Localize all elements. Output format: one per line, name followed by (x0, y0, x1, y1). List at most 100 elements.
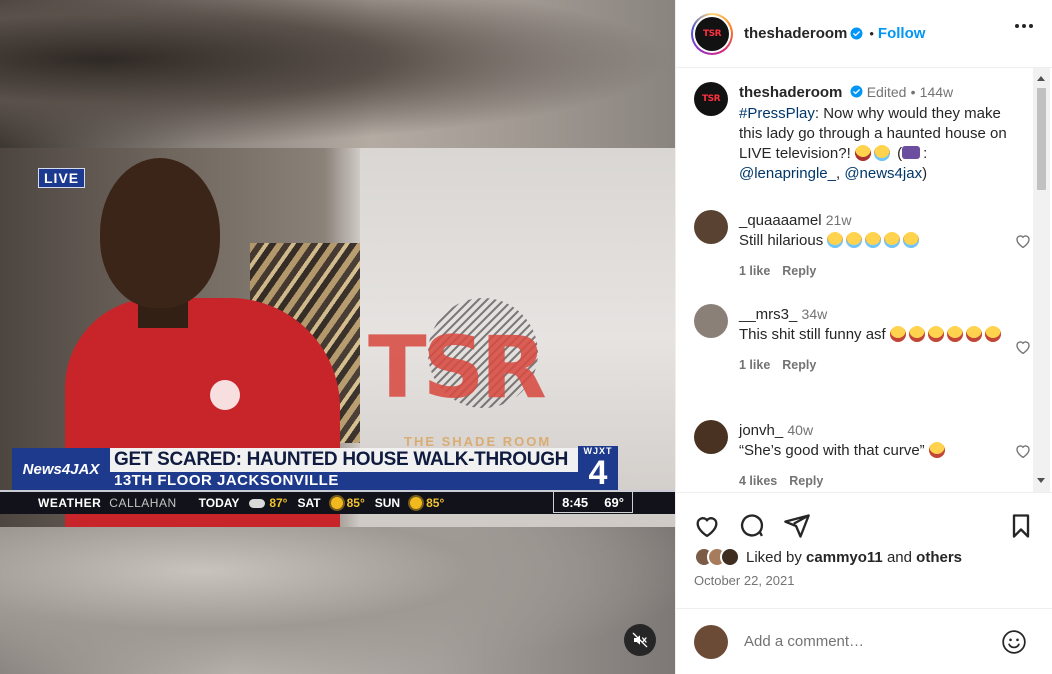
caption-text: #PressPlay: Now why would they make this… (739, 104, 1009, 184)
scroll-down-arrow-icon[interactable] (1037, 478, 1045, 483)
crying-face-emoji-icon (903, 232, 920, 248)
weather-temp-sat: 85° (346, 496, 365, 510)
scroll-up-arrow-icon[interactable] (1037, 76, 1045, 81)
avatar (694, 624, 728, 659)
weather-day-sat: SAT (297, 496, 321, 510)
comment-likes[interactable]: 1 like (739, 358, 770, 372)
comment-input[interactable] (744, 633, 984, 650)
scrollbar-thumb[interactable] (1037, 88, 1046, 190)
reply-button[interactable]: Reply (782, 358, 816, 372)
liked-by-others-link[interactable]: others (916, 549, 962, 566)
credit-close: ) (922, 165, 928, 182)
blurred-backdrop-bottom (0, 527, 675, 674)
post-header: TSR theshaderoom • Follow (676, 0, 1052, 68)
laughing-face-emoji-icon (946, 326, 963, 342)
avatar-logo-text: TSR (701, 94, 721, 104)
tsr-watermark: TSR (368, 298, 608, 418)
liked-by-user-link[interactable]: cammyo11 (806, 549, 883, 566)
laughing-face-emoji-icon (889, 326, 906, 342)
hashtag-link[interactable]: #PressPlay (739, 105, 815, 122)
post-date: October 22, 2021 (694, 573, 795, 588)
comment-icon[interactable] (738, 512, 766, 540)
weather-temp-today: 87° (269, 496, 288, 510)
weather-label: WEATHER (38, 496, 102, 510)
crying-face-emoji-icon (846, 232, 863, 248)
mute-toggle-button[interactable] (624, 624, 656, 656)
more-options-icon[interactable] (1015, 24, 1033, 28)
laughing-face-emoji-icon (927, 326, 944, 342)
follow-button[interactable]: Follow (878, 25, 926, 42)
video-player[interactable]: LIVE TSR THE SHADE ROOM News4JAX GET SCA… (0, 148, 675, 527)
avatar[interactable] (694, 210, 728, 244)
separator-dot: • (910, 84, 916, 100)
news-headline: GET SCARED: HAUNTED HOUSE WALK-THROUGH (110, 448, 580, 472)
heart-icon[interactable] (1014, 338, 1032, 356)
avatar-logo-text: TSR (702, 28, 722, 39)
comment-age: 21w (825, 212, 852, 228)
comment-likes[interactable]: 4 likes (739, 474, 777, 488)
comment-age: 40w (787, 422, 814, 438)
edited-label: Edited (866, 84, 907, 100)
comments-scrollbar[interactable] (1033, 68, 1050, 492)
comment-item: __mrs3_ 34w This shit still funny asf 1 … (694, 304, 1034, 375)
verified-badge-icon (850, 85, 862, 98)
partly-cloudy-icon (249, 498, 266, 508)
likes-prefix: Liked by (746, 548, 802, 566)
video-camera-emoji-icon (902, 146, 921, 159)
reply-button[interactable]: Reply (782, 264, 816, 278)
post-media: LIVE TSR THE SHADE ROOM News4JAX GET SCA… (0, 0, 675, 674)
comment-age: 34w (801, 306, 828, 322)
laughing-face-emoji-icon (984, 326, 1001, 342)
post-action-bar (676, 492, 1052, 552)
caption-username[interactable]: theshaderoom (739, 84, 842, 101)
likes-summary[interactable]: Liked by cammyo11 and others (694, 547, 962, 567)
comments-list[interactable]: TSR theshaderoom Edited • 144w #PressPla… (676, 68, 1052, 492)
weather-day-today: TODAY (198, 496, 240, 510)
sun-icon (330, 497, 343, 509)
caption: TSR theshaderoom Edited • 144w #PressPla… (694, 82, 1034, 184)
weather-city: CALLAHAN (109, 496, 177, 510)
station-logo: WJXT 4 (578, 446, 618, 492)
comment-username[interactable]: __mrs3_ (739, 306, 797, 323)
credit-colon: : (923, 145, 928, 162)
avatar[interactable] (694, 304, 728, 338)
verified-badge-icon (850, 27, 863, 40)
comment-likes[interactable]: 1 like (739, 264, 770, 278)
bookmark-icon[interactable] (1007, 512, 1035, 540)
avatar[interactable] (694, 420, 728, 454)
heart-icon[interactable] (693, 512, 721, 540)
comment-username[interactable]: jonvh_ (739, 422, 783, 439)
ticker-time: 8:45 (562, 494, 589, 510)
weather-temp-sun: 85° (426, 496, 445, 510)
share-icon[interactable] (783, 512, 811, 540)
laughing-face-emoji-icon (965, 326, 982, 342)
news-subheadline: 13TH FLOOR JACKSONVILLE (110, 472, 580, 490)
separator-dot: • (869, 26, 874, 41)
heart-icon[interactable] (1014, 442, 1032, 460)
caption-age: 144w (919, 84, 954, 100)
story-ring[interactable]: TSR (691, 12, 733, 55)
comment-item: _quaaaamel 21w Still hilarious 1 like Rep… (694, 210, 1034, 281)
crying-face-emoji-icon (884, 232, 901, 248)
avatar[interactable]: TSR (694, 82, 728, 116)
sun-icon (410, 497, 423, 509)
comment-username[interactable]: _quaaaamel (739, 212, 822, 229)
header-username[interactable]: theshaderoom (744, 25, 847, 42)
ticker-current-temp: 69° (604, 494, 624, 510)
tsr-watermark-subtitle: THE SHADE ROOM (404, 434, 552, 449)
news-brand-logo: News4JAX (12, 448, 110, 490)
screaming-face-emoji-icon (854, 145, 871, 161)
live-badge: LIVE (38, 168, 86, 188)
comment-text: “She’s good with that curve” (739, 442, 925, 459)
comment-text: This shit still funny asf (739, 326, 886, 343)
crying-face-emoji-icon (873, 145, 890, 161)
mention-link[interactable]: @lenapringle_ (739, 165, 836, 182)
heart-icon[interactable] (1014, 232, 1032, 250)
add-comment-bar (676, 608, 1052, 674)
mention-link[interactable]: @news4jax (844, 165, 922, 182)
post-sidebar: TSR theshaderoom • Follow TSR theshadero… (675, 0, 1052, 674)
comment-text: Still hilarious (739, 232, 824, 249)
emoji-picker-icon[interactable] (1001, 629, 1027, 655)
reply-button[interactable]: Reply (789, 474, 823, 488)
avatar[interactable]: TSR (695, 16, 729, 51)
